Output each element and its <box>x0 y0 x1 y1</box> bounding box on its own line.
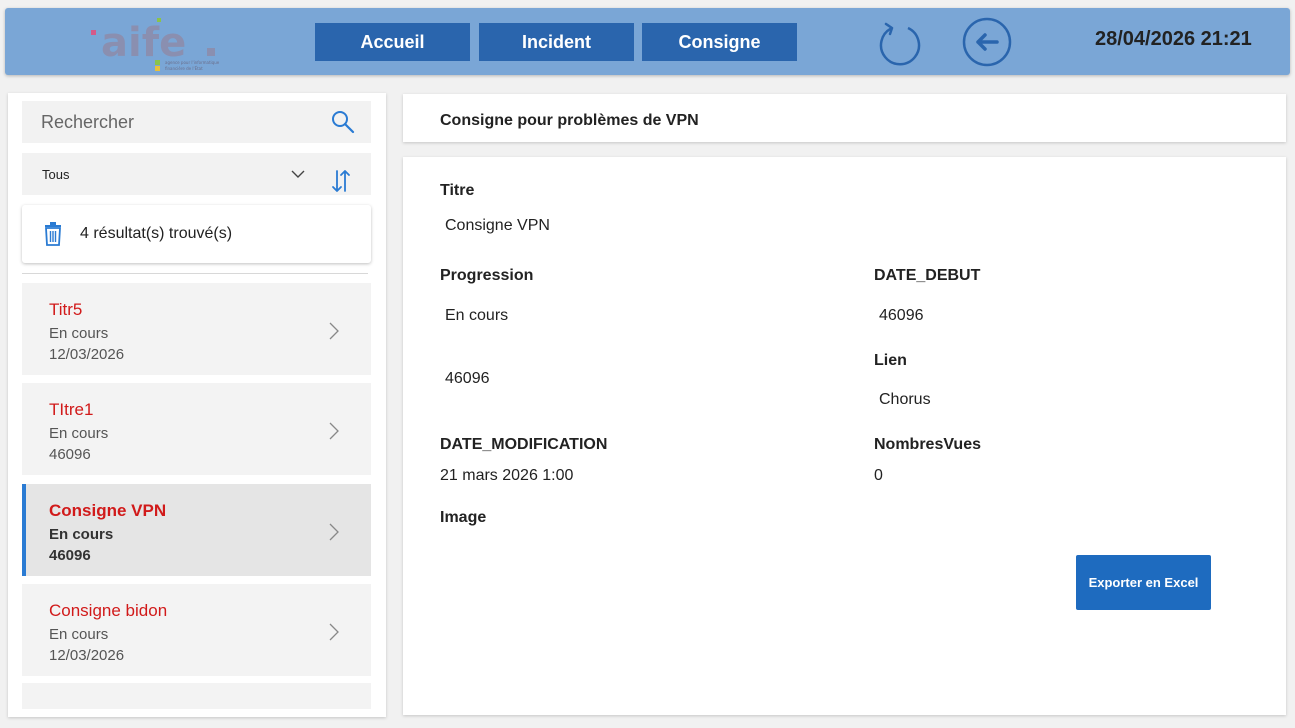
titre-label: Titre <box>440 182 475 199</box>
detail-header: Consigne pour problèmes de VPN <box>403 94 1286 142</box>
list-divider <box>22 273 368 274</box>
lien-value: Chorus <box>879 391 931 408</box>
chevron-right-icon <box>327 321 341 341</box>
list-item-title: Titr5 <box>49 300 83 319</box>
date-modification-value: 21 mars 2026 1:00 <box>440 467 574 484</box>
list-item-title: Consigne VPN <box>49 501 167 520</box>
list-item-date: 46096 <box>49 547 91 564</box>
filter-selected-value: Tous <box>42 167 70 182</box>
refresh-icon[interactable] <box>878 16 922 66</box>
image-label: Image <box>440 509 487 526</box>
date-modification-label: DATE_MODIFICATION <box>440 436 608 453</box>
search-box <box>22 101 371 143</box>
nombres-vues-label: NombresVues <box>874 436 981 453</box>
sort-icon[interactable] <box>330 167 352 195</box>
date-debut-label: DATE_DEBUT <box>874 267 981 284</box>
search-icon[interactable] <box>330 109 356 135</box>
list-item-date: 12/03/2026 <box>49 647 125 664</box>
app-header: aife agence pour l'informatique financiè… <box>5 8 1290 75</box>
chevron-right-icon <box>327 622 341 642</box>
current-datetime: 28/04/2026 21:21 <box>1095 28 1252 50</box>
list-item-date: 46096 <box>49 446 91 463</box>
nav-accueil-button[interactable]: Accueil <box>315 23 470 61</box>
svg-text:financière de l'État: financière de l'État <box>165 66 203 71</box>
filter-dropdown[interactable]: Tous <box>22 153 371 195</box>
list-item-status: En cours <box>49 626 109 643</box>
list-item-date: 12/03/2026 <box>49 346 125 363</box>
list-item-status: En cours <box>49 526 114 543</box>
progression-value: En cours <box>445 307 509 324</box>
progression-secondary-value: 46096 <box>445 370 490 387</box>
list-item-title: Consigne bidon <box>49 601 168 620</box>
list-item[interactable]: TItre1 En cours 46096 <box>22 383 371 475</box>
svg-text:agence pour l'informatique: agence pour l'informatique <box>165 60 220 65</box>
results-summary: 4 résultat(s) trouvé(s) <box>22 205 371 263</box>
date-debut-value: 46096 <box>879 307 924 324</box>
nombres-vues-value: 0 <box>874 467 883 484</box>
list-partial-item <box>22 683 371 709</box>
titre-value: Consigne VPN <box>445 217 550 234</box>
nav-consigne-button[interactable]: Consigne <box>642 23 797 61</box>
list-item-status: En cours <box>49 425 109 442</box>
detail-form: Titre Consigne VPN Progression En cours … <box>403 157 1286 715</box>
back-arrow-icon[interactable] <box>961 16 1013 68</box>
detail-header-title: Consigne pour problèmes de VPN <box>440 112 699 129</box>
list-item-selected[interactable]: Consigne VPN En cours 46096 <box>22 484 371 576</box>
results-count-text: 4 résultat(s) trouvé(s) <box>80 225 233 242</box>
nav-incident-button[interactable]: Incident <box>479 23 634 61</box>
export-excel-button[interactable]: Exporter en Excel <box>1076 555 1211 610</box>
list-item[interactable]: Titr5 En cours 12/03/2026 <box>22 283 371 375</box>
chevron-down-icon[interactable] <box>290 167 306 181</box>
list-item-status: En cours <box>49 325 109 342</box>
aife-logo: aife agence pour l'informatique financiè… <box>87 16 257 72</box>
chevron-right-icon <box>327 522 341 542</box>
trash-icon[interactable] <box>42 222 64 246</box>
chevron-right-icon <box>327 421 341 441</box>
search-input[interactable] <box>22 101 322 143</box>
list-item[interactable]: Consigne bidon En cours 12/03/2026 <box>22 584 371 676</box>
consigne-list-panel: Tous 4 résultat(s) trouvé(s) Titr5 <box>8 93 386 717</box>
progression-label: Progression <box>440 267 534 284</box>
list-item-title: TItre1 <box>49 400 94 419</box>
lien-label: Lien <box>874 352 907 369</box>
